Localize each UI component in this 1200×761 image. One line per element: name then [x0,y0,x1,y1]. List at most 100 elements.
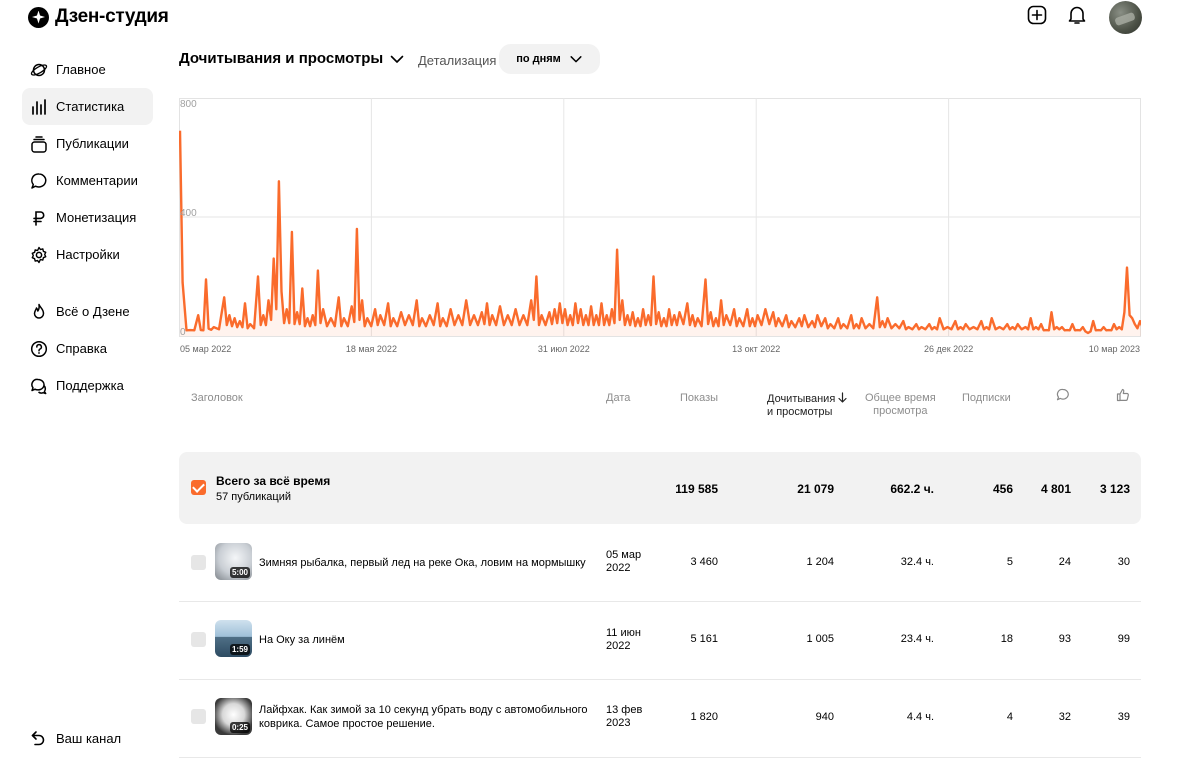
col-likes[interactable] [1116,388,1130,406]
row-comments: 93 [1058,633,1071,645]
help-icon [30,340,48,358]
row-subs: 18 [1000,633,1013,645]
table-row[interactable]: 0:25 Лайфхак. Как зимой за 10 секунд убр… [179,680,1141,758]
video-thumbnail[interactable]: 0:25 [215,698,252,735]
date-line1: 11 июн [606,627,641,639]
table-header: Заголовок Дата Показы Дочитывания и прос… [179,388,1141,424]
sidebar-item-label: Настройки [56,247,120,262]
publication-date: 13 фев 2023 [606,704,642,730]
x-tick-label: 31 июл 2022 [538,344,590,354]
detail-value: по дням [516,53,561,65]
chevron-down-icon [570,56,582,63]
zen-logo-icon [28,6,49,28]
date-line1: 05 мар [606,549,642,561]
col-reads-line2: и просмотры [767,406,833,418]
chevron-down-icon [390,55,404,63]
your-channel-label: Ваш канал [56,730,122,746]
row-impressions: 5 161 [690,633,718,645]
sidebar-item-support[interactable]: Поддержка [22,367,153,404]
total-likes: 3 123 [1099,482,1130,496]
x-tick-label: 13 окт 2022 [732,344,780,354]
title-line2: коврика. Самое простое решение. [259,718,435,730]
sidebar-item-statistics[interactable]: Статистика [22,88,153,125]
sidebar-item-label: Справка [56,341,107,356]
bell-icon [1068,6,1086,24]
chart-svg: 800 400 0 05 мар 2022 18 мая 2022 31 июл 2022… [179,98,1141,354]
row-watchtime: 32.4 ч. [900,556,934,568]
row-impressions: 3 460 [690,556,718,568]
row-checkbox[interactable] [191,709,206,724]
date-line2: 2022 [606,562,631,574]
app-logo[interactable]: Дзен-студия [28,6,169,28]
your-channel-link[interactable]: Ваш канал [30,729,121,747]
col-watchtime[interactable]: Общее время просмотра [865,392,936,418]
publication-title[interactable]: Зимняя рыбалка, первый лед на реке Ока, … [259,556,586,570]
row-comments: 32 [1058,711,1071,723]
sidebar-item-publications[interactable]: Публикации [22,125,153,162]
user-avatar[interactable] [1109,1,1142,34]
video-thumbnail[interactable]: 1:59 [215,620,252,657]
detail-label: Детализация [418,53,497,68]
sidebar-item-main[interactable]: Главное [22,51,153,88]
y-tick-label: 0 [180,327,186,338]
table-row[interactable]: 5:00 Зимняя рыбалка, первый лед на реке … [179,524,1141,602]
total-reads: 21 079 [797,482,834,496]
views-chart[interactable]: 800 400 0 05 мар 2022 18 мая 2022 31 июл 2022… [179,92,1141,354]
sidebar-item-label: Всё о Дзене [56,304,130,319]
row-checkbox[interactable] [191,555,206,570]
total-title: Всего за всё время [216,474,331,488]
col-comments[interactable] [1056,388,1070,406]
sidebar-item-label: Монетизация [56,210,137,225]
sidebar-item-monetization[interactable]: Монетизация [22,199,153,236]
x-tick-label: 26 дек 2022 [924,344,973,354]
comment-icon [1056,388,1069,401]
total-subtitle: 57 публикаций [216,491,292,503]
col-date[interactable]: Дата [606,392,630,405]
sidebar: Главное Статистика Публикации Комментари… [22,51,153,404]
total-checkbox[interactable] [191,480,206,495]
sort-down-arrow-icon [838,392,847,403]
video-thumbnail[interactable]: 5:00 [215,543,252,580]
table-total-row[interactable]: Всего за всё время 57 публикаций 119 585… [179,452,1141,524]
thumbs-up-icon [1116,388,1129,402]
col-title[interactable]: Заголовок [191,392,243,405]
date-line1: 13 фев [606,704,643,716]
col-watchtime-line1: Общее время [865,392,936,404]
col-reads[interactable]: Дочитывания и просмотры [767,392,847,419]
back-arrow-icon [31,731,45,746]
sidebar-item-about-zen[interactable]: Всё о Дзене [22,293,153,330]
row-reads: 1 005 [806,633,834,645]
sidebar-item-comments[interactable]: Комментарии [22,162,153,199]
col-reads-line1: Дочитывания [767,393,836,405]
sidebar-item-label: Главное [56,62,106,77]
add-publication-button[interactable] [1026,4,1048,26]
row-comments: 24 [1058,556,1071,568]
sidebar-item-label: Комментарии [56,173,138,188]
publication-title[interactable]: Лайфхак. Как зимой за 10 секунд убрать в… [259,703,588,731]
row-watchtime: 4.4 ч. [906,711,934,723]
series-area [180,130,1141,336]
video-duration: 1:59 [229,644,250,655]
stack-icon [30,135,48,153]
ruble-icon [30,209,48,227]
sidebar-item-label: Поддержка [56,378,124,393]
video-duration: 5:00 [229,567,250,578]
sidebar-item-settings[interactable]: Настройки [22,236,153,273]
col-impressions[interactable]: Показы [680,392,718,405]
row-likes: 39 [1117,711,1130,723]
detail-dropdown[interactable]: по дням [499,44,600,74]
notifications-button[interactable] [1066,4,1088,26]
total-comments: 4 801 [1040,482,1071,496]
publication-title[interactable]: На Оку за линём [259,633,345,647]
sidebar-item-help[interactable]: Справка [22,330,153,367]
row-reads: 1 204 [806,556,834,568]
row-checkbox[interactable] [191,632,206,647]
video-duration: 0:25 [229,722,250,733]
publication-date: 05 мар 2022 [606,549,641,575]
publication-date: 11 июн 2022 [606,627,641,653]
metric-dropdown[interactable]: Дочитывания и просмотры [179,50,405,67]
gear-icon [30,246,48,264]
col-subs[interactable]: Подписки [962,392,1011,405]
table-row[interactable]: 1:59 На Оку за линём 11 июн 2022 5 161 1… [179,602,1141,680]
row-subs: 4 [1006,711,1013,723]
